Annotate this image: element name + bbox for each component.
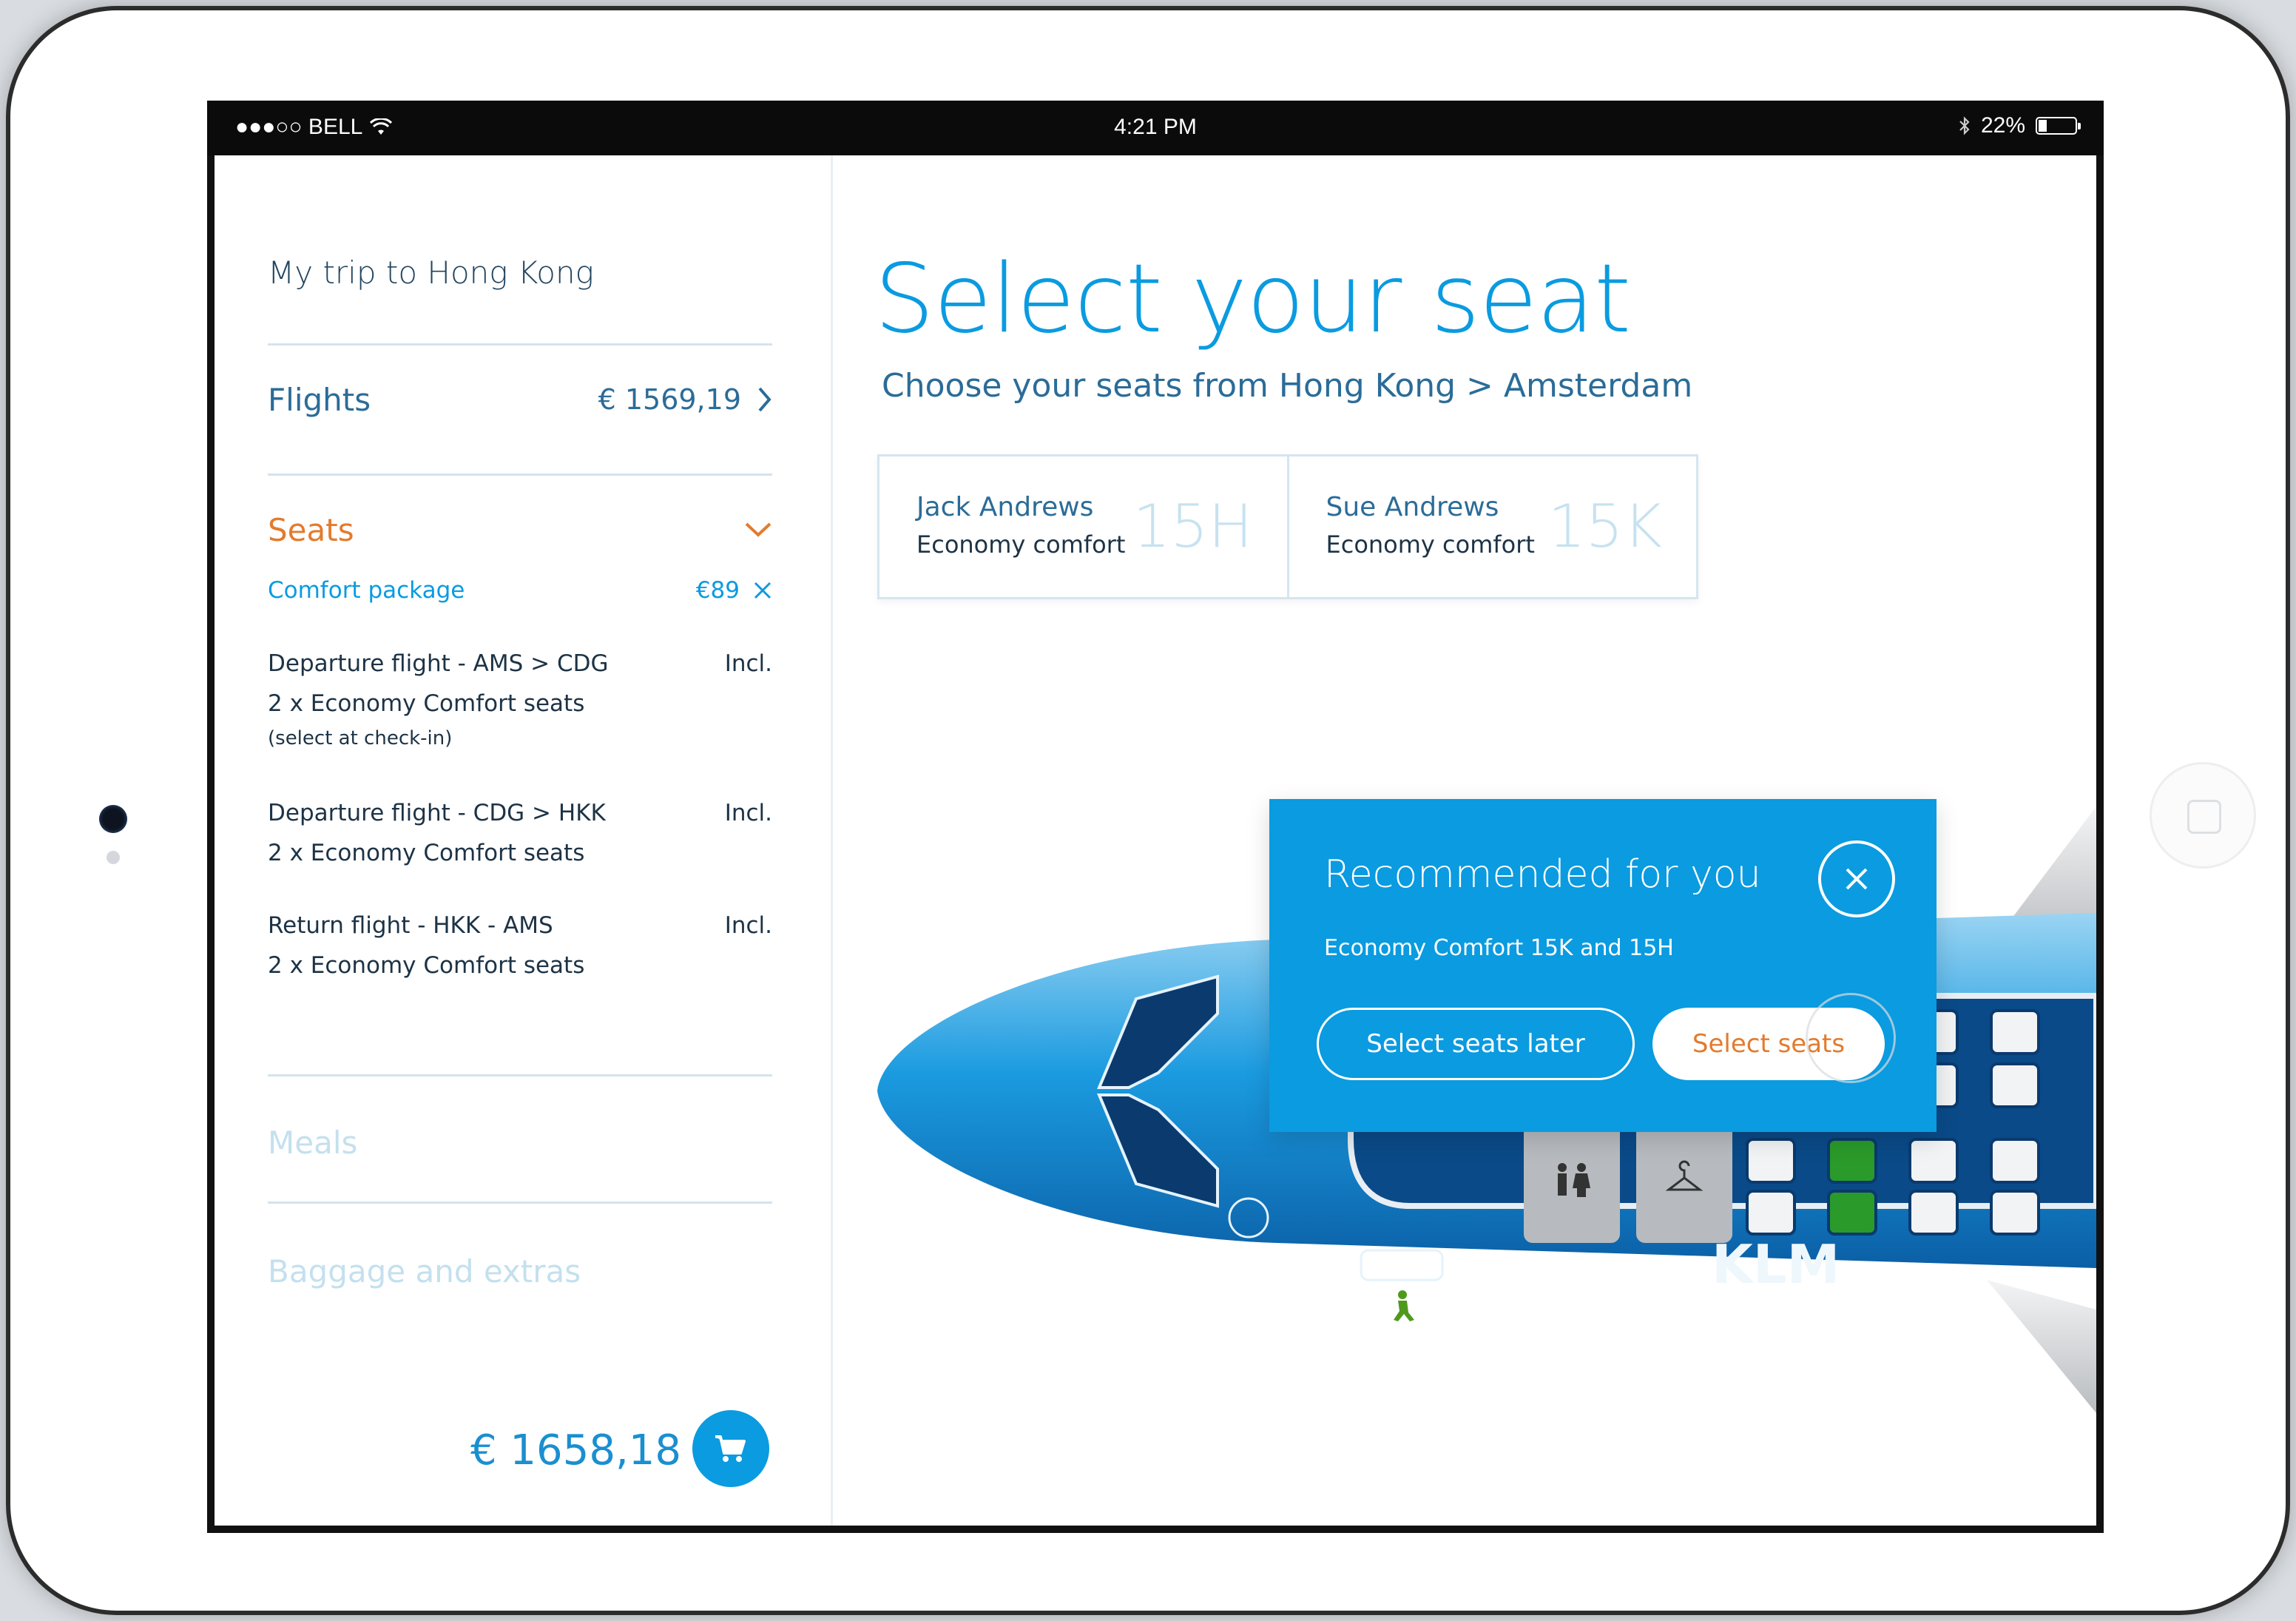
wing-bottom <box>1987 1280 2096 1413</box>
cart-button[interactable] <box>692 1410 769 1487</box>
divider <box>268 474 772 476</box>
seat[interactable] <box>1990 1009 2040 1055</box>
sidebar: My trip to Hong Kong Flights € 1569,19 S… <box>215 155 833 1526</box>
recommendation-subtitle: Economy Comfort 15K and 15H <box>1324 935 1674 961</box>
status-right: 22% <box>1959 113 2081 138</box>
chevron-down-icon <box>745 522 771 537</box>
bluetooth-icon <box>1959 116 1970 135</box>
select-seats-later-button[interactable]: Select seats later <box>1317 1008 1635 1080</box>
divider <box>268 343 772 346</box>
seat[interactable] <box>1908 1190 1959 1236</box>
flight-item-status: Incl. <box>724 912 772 939</box>
tablet-frame: ●●●○○ BELL 4:21 PM 22% My trip to Hong K… <box>6 6 2290 1615</box>
flight-item-detail: 2 x Economy Comfort seats <box>268 840 585 866</box>
flight-item: Departure flight - AMS > CDG Incl. 2 x Ec… <box>268 644 772 753</box>
home-button[interactable] <box>2150 762 2256 869</box>
seat[interactable] <box>1746 1138 1796 1184</box>
status-time: 4:21 PM <box>1114 115 1197 139</box>
flight-item-title: Departure flight - AMS > CDG <box>268 650 609 677</box>
camera-icon <box>99 805 127 833</box>
trip-title: My trip to Hong Kong <box>268 255 594 291</box>
airline-logo-text: KLM <box>1712 1233 1840 1295</box>
flight-item-detail: 2 x Economy Comfort seats <box>268 690 585 717</box>
app: My trip to Hong Kong Flights € 1569,19 S… <box>215 155 2096 1526</box>
chevron-right-icon <box>758 387 771 412</box>
comfort-package-price-group: €89 <box>696 577 772 604</box>
seat[interactable] <box>1908 1138 1959 1184</box>
battery-fill <box>2039 120 2047 132</box>
flight-item: Return flight - HKK - AMS Incl. 2 x Econo… <box>268 906 772 985</box>
wardrobe-box <box>1636 1117 1732 1243</box>
close-icon <box>1846 868 1868 890</box>
divider <box>268 1202 772 1204</box>
sensor-dot <box>107 851 120 864</box>
flight-item-status: Incl. <box>724 650 772 677</box>
exit-person-icon[interactable] <box>1394 1290 1414 1321</box>
status-bar: ●●●○○ BELL 4:21 PM 22% <box>207 101 2104 155</box>
flight-item-status: Incl. <box>724 800 772 826</box>
recommendation-title: Recommended for you <box>1324 852 1761 897</box>
seat[interactable] <box>1990 1138 2040 1184</box>
total-price: € 1658,18 <box>470 1426 682 1475</box>
flight-item-detail: 2 x Economy Comfort seats <box>268 952 585 979</box>
comfort-package-label: Comfort package <box>268 577 465 604</box>
seat-selected[interactable] <box>1827 1190 1877 1236</box>
battery-icon <box>2036 117 2081 135</box>
home-square-icon <box>2187 800 2221 834</box>
flight-item-title: Departure flight - CDG > HKK <box>268 800 606 826</box>
cart-icon <box>715 1435 746 1462</box>
comfort-package-price: €89 <box>695 577 740 604</box>
touch-ripple <box>1806 993 1896 1083</box>
flights-label: Flights <box>268 381 371 418</box>
flight-item-note: (select at check-in) <box>268 727 453 749</box>
seat-selected[interactable] <box>1827 1138 1877 1184</box>
seat[interactable] <box>1990 1190 2040 1236</box>
restroom-box <box>1524 1117 1620 1243</box>
battery-percent: 22% <box>1980 113 2025 138</box>
flights-price: € 1569,19 <box>598 383 741 416</box>
seats-row[interactable]: Seats <box>268 508 772 552</box>
main-content: Select your seat Choose your seats from … <box>833 155 2096 1526</box>
door-outline <box>1360 1249 1444 1281</box>
recommendation-popup: Recommended for you Economy Comfort 15K … <box>1269 799 1937 1132</box>
seats-label: Seats <box>268 511 354 548</box>
flights-row[interactable]: Flights € 1569,19 <box>268 377 772 422</box>
divider <box>268 1074 772 1076</box>
flight-item: Departure flight - CDG > HKK Incl. 2 x Ec… <box>268 793 772 873</box>
screen: ●●●○○ BELL 4:21 PM 22% My trip to Hong K… <box>207 101 2104 1533</box>
meals-row[interactable]: Meals <box>268 1125 357 1161</box>
close-button[interactable] <box>1818 840 1895 917</box>
flight-item-title: Return flight - HKK - AMS <box>268 912 553 939</box>
seat[interactable] <box>1990 1062 2040 1108</box>
baggage-row[interactable]: Baggage and extras <box>268 1253 581 1290</box>
flights-price-group: € 1569,19 <box>598 383 772 416</box>
remove-close-icon[interactable] <box>753 581 772 600</box>
comfort-package-row: Comfort package €89 <box>268 577 772 604</box>
seat[interactable] <box>1746 1190 1796 1236</box>
